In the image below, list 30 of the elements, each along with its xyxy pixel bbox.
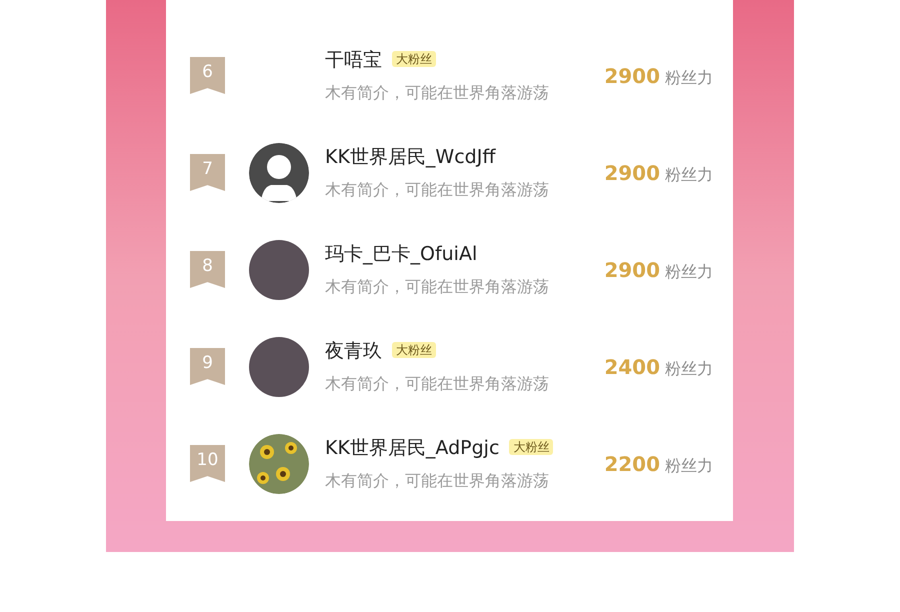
rank-badge: 10 <box>190 445 225 482</box>
rank-badge: 6 <box>190 57 225 94</box>
user-name: 玛卡_巴卡_OfuiAl <box>325 243 478 266</box>
user-name: KK世界居民_WcdJff <box>325 146 496 168</box>
rank-badge: 9 <box>190 348 225 385</box>
avatar-icon <box>249 142 309 202</box>
user-name: 夜青玖 <box>325 340 382 362</box>
fan-score: 2900 <box>604 256 660 284</box>
fan-tag: 大粉丝 <box>509 439 554 456</box>
rank-badge: 7 <box>190 154 225 191</box>
fan-tag: 大粉丝 <box>392 342 436 358</box>
sunflower-drawing <box>249 434 309 494</box>
score-unit: 粉丝力 <box>665 164 713 186</box>
fan-tag: 大粉丝 <box>392 51 436 68</box>
user-name: KK世界居民_AdPgjc <box>325 437 500 460</box>
user-bio: 木有简介，可能在世界角落游荡 <box>325 372 550 395</box>
score-unit: 粉丝力 <box>665 358 713 380</box>
fan-score: 2200 <box>604 450 660 478</box>
score-unit: 粉丝力 <box>665 260 713 282</box>
fan-score: 2400 <box>604 354 660 380</box>
user-bio: 木有简介，可能在世界角落游荡 <box>325 178 550 201</box>
score-unit: 粉丝力 <box>665 454 713 476</box>
user-name: 干唔宝 <box>325 49 382 72</box>
user-bio: 木有简介，可能在世界角落游荡 <box>325 470 550 492</box>
fan-score: 2900 <box>604 160 660 186</box>
rank-badge: 8 <box>190 251 225 288</box>
user-bio: 木有简介，可能在世界角落游荡 <box>325 82 550 104</box>
fan-score: 2900 <box>604 62 660 90</box>
user-bio: 木有简介，可能在世界角落游荡 <box>325 276 550 298</box>
score-unit: 粉丝力 <box>665 66 713 88</box>
